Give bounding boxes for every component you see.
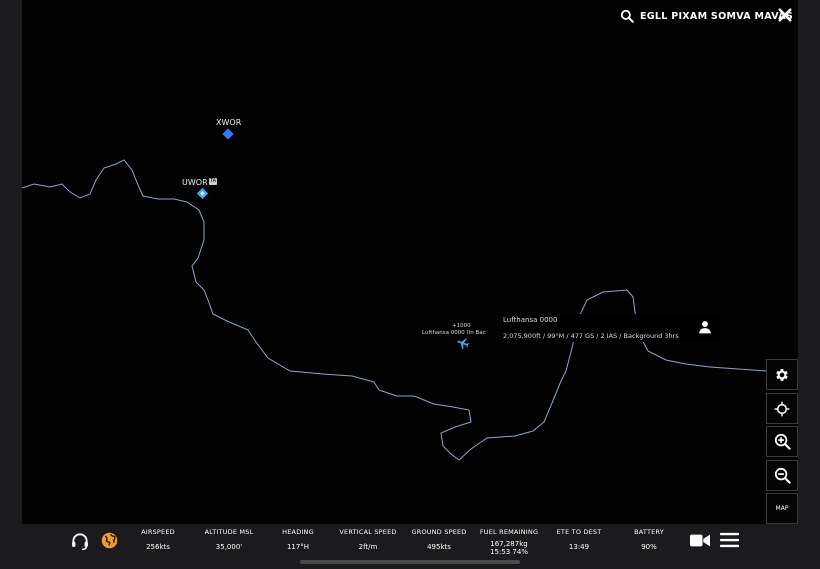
airplane-icon[interactable]	[456, 336, 470, 350]
stat-heading: HEADING 117°H	[282, 528, 314, 551]
zoom-out-button[interactable]	[766, 460, 798, 491]
stat-altitude-msl: ALTITUDE MSL 35,000'	[204, 528, 254, 551]
search-icon[interactable]	[620, 9, 634, 23]
zoom-in-button[interactable]	[766, 426, 798, 457]
map-button[interactable]: MAP	[766, 493, 798, 524]
stat-fuel-remaining: FUEL REMAINING 167,287kg 15:53 74%	[479, 528, 539, 556]
stat-airspeed: AIRSPEED 256kts	[141, 528, 175, 551]
menu-icon[interactable]	[720, 532, 739, 548]
video-camera-icon[interactable]	[690, 533, 710, 548]
center-button[interactable]	[766, 393, 798, 424]
waypoint-uwor-label: UWOR	[182, 178, 208, 187]
waypoint-xwor-marker[interactable]	[222, 128, 234, 140]
stat-battery: BATTERY 90%	[634, 528, 664, 551]
route-search[interactable]: EGLL PIXAM SOMVA MAVAS	[620, 9, 793, 23]
home-indicator[interactable]	[300, 560, 520, 564]
settings-button[interactable]	[766, 359, 798, 390]
headset-icon[interactable]	[70, 531, 90, 551]
route-text: EGLL PIXAM SOMVA MAVAS	[640, 10, 794, 22]
callout-info: 2,075,900ft / 99°M / 477 GS / 2 IAS / Ba…	[503, 332, 679, 340]
map-button-label: MAP	[775, 505, 789, 512]
waypoint-uwor-badge: TA	[209, 178, 218, 185]
aircraft-callout[interactable]: Lufthansa 0000 2,075,900ft / 99°M / 477 …	[499, 314, 721, 342]
aircraft-altitude-label: +1000	[452, 323, 471, 329]
globe-icon[interactable]	[101, 532, 118, 549]
waypoint-uwor-marker[interactable]	[196, 187, 209, 200]
zoom-in-icon	[774, 433, 791, 450]
person-icon[interactable]	[698, 320, 712, 334]
stat-ete-to-dest: ETE TO DEST 13:49	[556, 528, 602, 551]
callout-name: Lufthansa 0000	[503, 316, 558, 324]
close-icon[interactable]	[776, 6, 794, 24]
coastline	[22, 159, 798, 461]
stat-vertical-speed: VERTICAL SPEED 2ft/m	[339, 528, 397, 551]
aircraft-name-label: Lufthansa 0000 (In Bac	[422, 330, 486, 336]
map-view[interactable]: XWOR UWOR TA +1000 Lufthansa 0000 (In Ba…	[22, 0, 798, 524]
stat-ground-speed: GROUND SPEED 495kts	[411, 528, 467, 551]
waypoint-xwor-label: XWOR	[216, 118, 242, 127]
crosshair-icon	[774, 401, 790, 416]
gear-icon	[776, 368, 788, 381]
zoom-out-icon	[774, 467, 791, 484]
